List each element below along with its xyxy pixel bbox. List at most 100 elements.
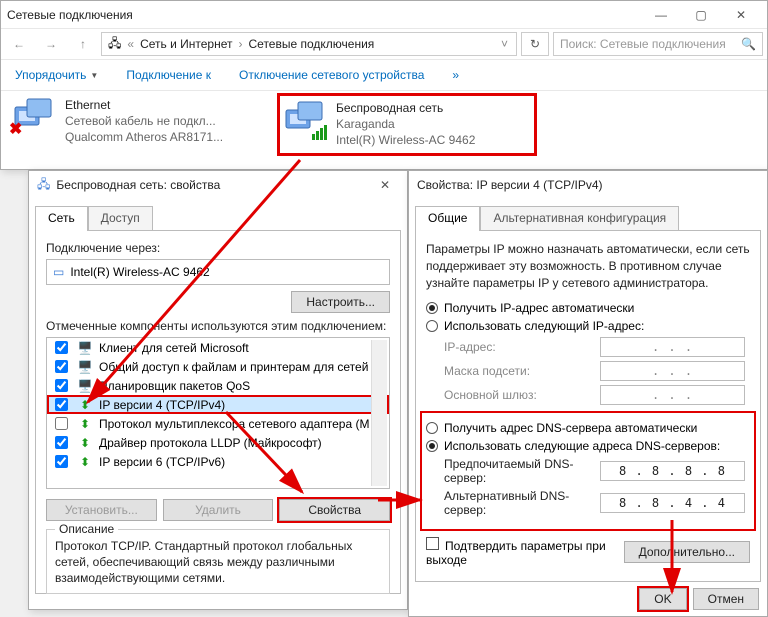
checkbox[interactable] [55, 341, 68, 354]
adapter-status: Сетевой кабель не подкл... [65, 113, 223, 129]
radio-manual-dns[interactable]: Использовать следующие адреса DNS-сервер… [426, 439, 750, 453]
adapter-status: Karaganda [336, 116, 475, 132]
protocol-icon: ⬍ [77, 435, 93, 451]
radio-manual-ip[interactable]: Использовать следующий IP-адрес: [426, 319, 750, 333]
disconnected-icon: ✖ [9, 119, 22, 139]
list-item[interactable]: 🖥️Планировщик пакетов QoS [47, 376, 389, 395]
list-item[interactable]: ⬍Драйвер протокола LLDP (Майкрософт) [47, 433, 389, 452]
gateway-field: . . . [600, 385, 745, 405]
advanced-button[interactable]: Дополнительно... [624, 541, 750, 563]
disable-device-button[interactable]: Отключение сетевого устройства [239, 68, 424, 82]
tab-access[interactable]: Доступ [88, 206, 153, 231]
network-connections-window: Сетевые подключения — ▢ ✕ ← → ↑ 🖧 « Сеть… [0, 0, 768, 170]
close-button[interactable]: ✕ [371, 178, 399, 192]
protocol-icon: ⬍ [77, 397, 93, 413]
nav-up-button[interactable]: ↑ [69, 31, 97, 57]
adapter-properties-dialog: 🖧 Беспроводная сеть: свойства ✕ Сеть Дос… [28, 170, 408, 610]
breadcrumb[interactable]: 🖧 « Сеть и Интернет › Сетевые подключени… [101, 32, 517, 56]
refresh-button[interactable]: ↻ [521, 32, 549, 56]
adapter-field: ▭ Intel(R) Wireless-AC 9462 [46, 259, 390, 285]
subnet-mask-field: . . . [600, 361, 745, 381]
qos-icon: 🖥️ [77, 378, 93, 394]
checkbox[interactable] [55, 436, 68, 449]
description-legend: Описание [55, 522, 118, 536]
alternate-dns-label: Альтернативный DNS-сервер: [444, 489, 594, 517]
signal-icon [312, 125, 327, 140]
adapter-wifi[interactable]: Беспроводная сеть Karaganda Intel(R) Wir… [277, 93, 537, 156]
preferred-dns-field[interactable]: 8 . 8 . 8 . 8 [600, 461, 745, 481]
adapter-ethernet[interactable]: ✖ Ethernet Сетевой кабель не подкл... Qu… [9, 93, 269, 156]
breadcrumb-item[interactable]: Сеть и Интернет [140, 37, 232, 51]
minimize-button[interactable]: — [641, 1, 681, 29]
list-item[interactable]: 🖥️Клиент для сетей Microsoft [47, 338, 389, 357]
adapter-name: Беспроводная сеть [336, 100, 475, 116]
tab-general[interactable]: Общие [415, 206, 480, 231]
radio-icon [426, 440, 438, 452]
close-button[interactable]: ✕ [721, 1, 761, 29]
tab-body: Параметры IP можно назначать автоматичес… [415, 230, 761, 582]
search-input[interactable]: Поиск: Сетевые подключения 🔍 [553, 32, 763, 56]
adapter-hardware: Qualcomm Atheros AR8171... [65, 129, 223, 145]
ok-button[interactable]: OK [639, 588, 686, 610]
checkbox[interactable] [55, 455, 68, 468]
list-item[interactable]: ⬍Протокол мультиплексора сетевого адапте… [47, 414, 389, 433]
radio-icon [426, 320, 438, 332]
client-icon: 🖥️ [77, 340, 93, 356]
checkbox[interactable] [55, 379, 68, 392]
list-item[interactable]: 🖥️Общий доступ к файлам и принтерам для … [47, 357, 389, 376]
description-text: Протокол TCP/IP. Стандартный протокол гл… [55, 538, 381, 587]
nic-small-icon: ▭ [53, 265, 64, 279]
share-icon: 🖥️ [77, 359, 93, 375]
properties-button[interactable]: Свойства [279, 499, 390, 521]
command-bar: Упорядочить▼ Подключение к Отключение се… [1, 59, 767, 91]
titlebar[interactable]: Сетевые подключения — ▢ ✕ [1, 1, 767, 29]
radio-auto-ip[interactable]: Получить IP-адрес автоматически [426, 301, 750, 315]
ip-address-label: IP-адрес: [444, 340, 594, 354]
protocol-icon: ⬍ [77, 454, 93, 470]
checkbox[interactable] [55, 360, 68, 373]
validate-checkbox[interactable]: Подтвердить параметры при выходе [426, 537, 624, 567]
adapter-name: Ethernet [65, 97, 223, 113]
scrollbar[interactable] [371, 340, 387, 486]
alternate-dns-field[interactable]: 8 . 8 . 4 . 4 [600, 493, 745, 513]
search-icon: 🔍 [741, 37, 756, 51]
list-item-ipv4[interactable]: ⬍IP версии 4 (TCP/IPv4) [47, 395, 389, 414]
tab-alt-config[interactable]: Альтернативная конфигурация [480, 206, 679, 231]
tab-strip: Сеть Доступ [29, 199, 407, 230]
dialog-titlebar[interactable]: 🖧 Беспроводная сеть: свойства ✕ [29, 171, 407, 199]
dialog-title: Свойства: IP версии 4 (TCP/IPv4) [417, 178, 759, 192]
connect-to-button[interactable]: Подключение к [126, 68, 211, 82]
intro-text: Параметры IP можно назначать автоматичес… [426, 241, 750, 291]
breadcrumb-item[interactable]: Сетевые подключения [249, 37, 375, 51]
protocol-icon: ⬍ [77, 416, 93, 432]
tab-network[interactable]: Сеть [35, 206, 88, 231]
adapter-icon: 🖧 [37, 175, 50, 196]
checkbox[interactable] [55, 398, 68, 411]
connect-via-label: Подключение через: [46, 241, 390, 255]
ip-address-field: . . . [600, 337, 745, 357]
window-title: Сетевые подключения [7, 8, 641, 22]
chevron-down-icon[interactable]: ˅ [501, 37, 508, 51]
gateway-label: Основной шлюз: [444, 388, 594, 402]
maximize-button[interactable]: ▢ [681, 1, 721, 29]
checkbox[interactable] [55, 417, 68, 430]
uninstall-button[interactable]: Удалить [163, 499, 274, 521]
radio-icon [426, 302, 438, 314]
list-item[interactable]: ⬍IP версии 6 (TCP/IPv6) [47, 452, 389, 471]
dialog-titlebar[interactable]: Свойства: IP версии 4 (TCP/IPv4) [409, 171, 767, 199]
dns-group-highlight: Получить адрес DNS-сервера автоматически… [422, 413, 754, 529]
components-list[interactable]: 🖥️Клиент для сетей Microsoft 🖥️Общий дос… [46, 337, 390, 489]
install-button[interactable]: Установить... [46, 499, 157, 521]
organize-menu[interactable]: Упорядочить▼ [15, 68, 98, 82]
radio-auto-dns[interactable]: Получить адрес DNS-сервера автоматически [426, 421, 750, 435]
nav-back-button[interactable]: ← [5, 31, 33, 57]
address-bar-row: ← → ↑ 🖧 « Сеть и Интернет › Сетевые подк… [1, 29, 767, 59]
configure-button[interactable]: Настроить... [291, 291, 390, 313]
ipv4-properties-dialog: Свойства: IP версии 4 (TCP/IPv4) Общие А… [408, 170, 768, 617]
cancel-button[interactable]: Отмен [693, 588, 759, 610]
dialog-title: Беспроводная сеть: свойства [56, 178, 371, 192]
nav-forward-button[interactable]: → [37, 31, 65, 57]
tab-body: Подключение через: ▭ Intel(R) Wireless-A… [35, 230, 401, 594]
nic-icon [284, 100, 328, 140]
more-commands[interactable]: » [452, 68, 459, 82]
